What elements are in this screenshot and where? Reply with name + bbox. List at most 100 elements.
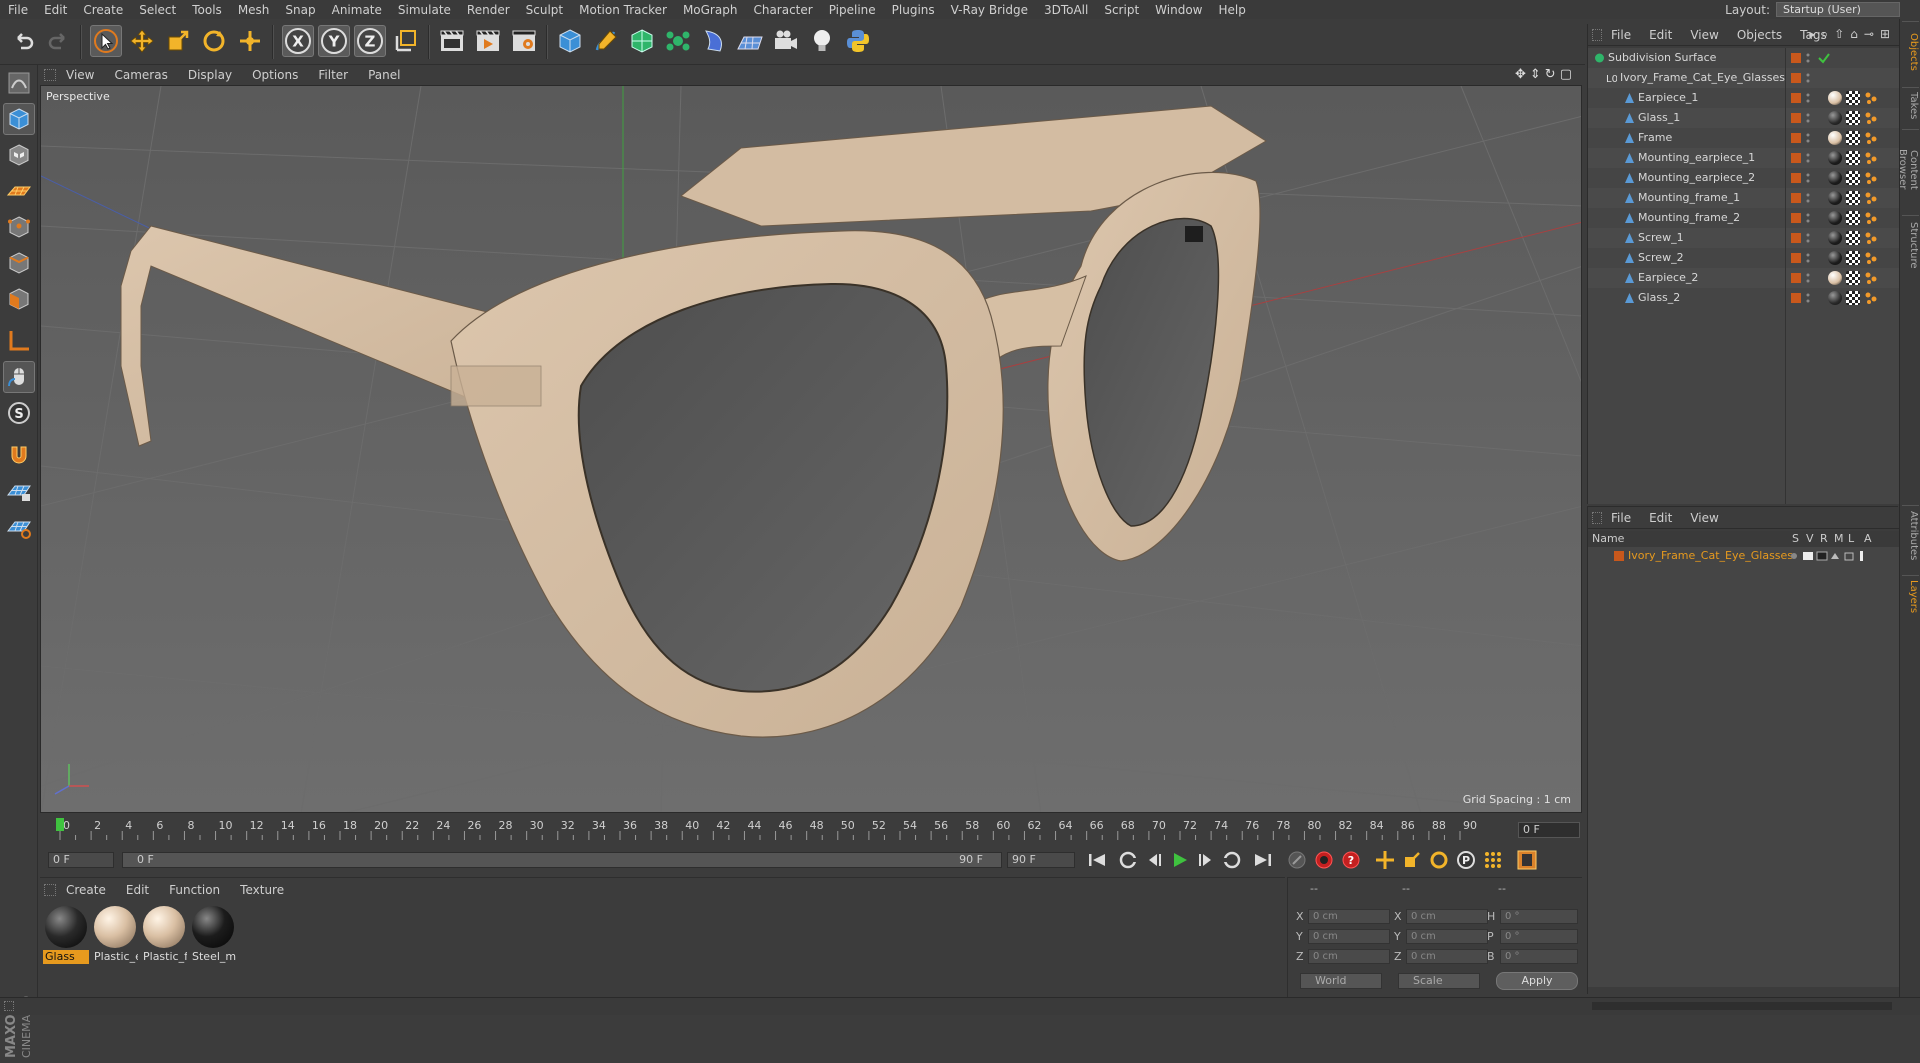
uv-tag-icon[interactable] bbox=[1846, 171, 1860, 185]
uv-tag-icon[interactable] bbox=[1846, 231, 1860, 245]
size-field[interactable]: 0 cm bbox=[1406, 909, 1488, 924]
phong-tag-icon[interactable] bbox=[1864, 191, 1878, 205]
object-row[interactable]: Glass_1 bbox=[1588, 108, 1899, 128]
autokeying-icon[interactable]: ? bbox=[1339, 850, 1363, 870]
menu-item-file[interactable]: File bbox=[0, 3, 36, 17]
menu-item-motion-tracker[interactable]: Motion Tracker bbox=[571, 3, 675, 17]
playhead[interactable] bbox=[56, 818, 64, 831]
phong-tag-icon[interactable] bbox=[1864, 151, 1878, 165]
new-window-icon[interactable]: ⊞ bbox=[1880, 27, 1890, 42]
side-tab-objects[interactable]: Objects bbox=[1902, 21, 1919, 81]
scale-tool-icon[interactable] bbox=[162, 25, 194, 57]
perspective-viewport[interactable]: Perspective Grid Spacing : 1 cm bbox=[40, 85, 1582, 813]
visibility-dots-icon[interactable] bbox=[1806, 291, 1810, 305]
points-mode-icon[interactable] bbox=[3, 211, 35, 243]
side-tab-attributes[interactable]: Attributes bbox=[1902, 505, 1919, 565]
object-scrollbar[interactable] bbox=[1592, 1002, 1892, 1010]
z-axis-lock-button[interactable]: Z bbox=[354, 25, 386, 57]
visibility-dots-icon[interactable] bbox=[1806, 91, 1810, 105]
visibility-dots-icon[interactable] bbox=[1806, 271, 1810, 285]
material-menu-create[interactable]: Create bbox=[56, 883, 116, 897]
go-to-end-icon[interactable] bbox=[1251, 850, 1275, 870]
phong-tag-icon[interactable] bbox=[1864, 131, 1878, 145]
y-axis-lock-button[interactable]: Y bbox=[318, 25, 350, 57]
render-picture-viewer-icon[interactable] bbox=[472, 25, 504, 57]
phong-tag-icon[interactable] bbox=[1864, 251, 1878, 265]
dolly-icon[interactable]: ⇕ bbox=[1530, 67, 1541, 82]
menu-item-mesh[interactable]: Mesh bbox=[230, 3, 278, 17]
position-field[interactable]: 0 cm bbox=[1308, 949, 1390, 964]
size-field[interactable]: 0 cm bbox=[1406, 929, 1488, 944]
selection-tool-icon[interactable] bbox=[90, 25, 122, 57]
scale-key-icon[interactable] bbox=[1400, 850, 1424, 870]
layer-color-swatch[interactable] bbox=[1614, 551, 1624, 561]
position-field[interactable]: 0 cm bbox=[1308, 929, 1390, 944]
object-row[interactable]: Screw_1 bbox=[1588, 228, 1899, 248]
viewport-menu-display[interactable]: Display bbox=[178, 68, 242, 82]
locked-workplane-icon[interactable] bbox=[3, 475, 35, 507]
phong-tag-icon[interactable] bbox=[1864, 111, 1878, 125]
uv-tag-icon[interactable] bbox=[1846, 271, 1860, 285]
material-tag-icon[interactable] bbox=[1828, 291, 1842, 305]
material-tag-icon[interactable] bbox=[1828, 131, 1842, 145]
menu-item-plugins[interactable]: Plugins bbox=[884, 3, 943, 17]
object-menu-file[interactable]: File bbox=[1602, 28, 1640, 42]
uv-tag-icon[interactable] bbox=[1846, 111, 1860, 125]
material-tag-icon[interactable] bbox=[1828, 231, 1842, 245]
size-mode-dropdown[interactable]: Scale bbox=[1398, 973, 1480, 989]
menu-item-snap[interactable]: Snap bbox=[277, 3, 323, 17]
move-tool-icon[interactable] bbox=[126, 25, 158, 57]
phong-tag-icon[interactable] bbox=[1864, 171, 1878, 185]
rotate-tool-icon[interactable] bbox=[198, 25, 230, 57]
layer-column-m[interactable]: M bbox=[1834, 532, 1844, 545]
viewport-menu-filter[interactable]: Filter bbox=[308, 68, 358, 82]
cube-primitive-icon[interactable] bbox=[554, 25, 586, 57]
layer-column-r[interactable]: R bbox=[1820, 532, 1828, 545]
object-row[interactable]: Screw_2 bbox=[1588, 248, 1899, 268]
record-keys-disabled-icon[interactable] bbox=[1285, 850, 1309, 870]
rotation-field[interactable]: 0 ° bbox=[1500, 929, 1578, 944]
light-icon[interactable] bbox=[806, 25, 838, 57]
record-active-objects-icon[interactable] bbox=[1312, 850, 1336, 870]
layer-menu-view[interactable]: View bbox=[1681, 511, 1727, 525]
transform-tool-icon[interactable] bbox=[234, 25, 266, 57]
layer-column-l[interactable]: L bbox=[1848, 532, 1854, 545]
side-tab-layers[interactable]: Layers bbox=[1902, 575, 1919, 615]
cloner-icon[interactable] bbox=[662, 25, 694, 57]
visibility-dots-icon[interactable] bbox=[1806, 151, 1810, 165]
uv-tag-icon[interactable] bbox=[1846, 191, 1860, 205]
uv-tag-icon[interactable] bbox=[1846, 291, 1860, 305]
visibility-dots-icon[interactable] bbox=[1806, 251, 1810, 265]
uv-tag-icon[interactable] bbox=[1846, 131, 1860, 145]
layout-dropdown[interactable]: Startup (User) bbox=[1776, 2, 1900, 17]
maximize-view-icon[interactable]: ▢ bbox=[1560, 67, 1572, 82]
end-frame-field[interactable]: 90 F bbox=[1007, 852, 1075, 868]
visibility-dots-icon[interactable] bbox=[1806, 191, 1810, 205]
make-editable-icon[interactable] bbox=[3, 67, 35, 99]
floor-icon[interactable] bbox=[734, 25, 766, 57]
menu-item-3dtoall[interactable]: 3DToAll bbox=[1036, 3, 1096, 17]
viewport-menu-options[interactable]: Options bbox=[242, 68, 308, 82]
python-icon[interactable] bbox=[842, 25, 874, 57]
mounting-frame-1[interactable] bbox=[450, 365, 542, 407]
timeline-ruler[interactable]: 0 2 4 6 8 10 12 14 16 18 20 22 24 26 28 30 32 34 36 38 40 42 4… bbox=[50, 818, 1510, 842]
layer-menu-edit[interactable]: Edit bbox=[1640, 511, 1681, 525]
position-field[interactable]: 0 cm bbox=[1308, 909, 1390, 924]
model-mode-icon[interactable] bbox=[3, 103, 35, 135]
timeline-window-icon[interactable] bbox=[1515, 850, 1539, 870]
snapping-icon[interactable]: S bbox=[3, 397, 35, 429]
apply-button[interactable]: Apply bbox=[1496, 972, 1578, 990]
phong-tag-icon[interactable] bbox=[1864, 211, 1878, 225]
material-swatch[interactable]: Steel_m bbox=[190, 904, 236, 963]
layer-column-v[interactable]: V bbox=[1806, 532, 1814, 545]
object-row[interactable]: Frame bbox=[1588, 128, 1899, 148]
menu-item-tools[interactable]: Tools bbox=[184, 3, 230, 17]
menu-item-select[interactable]: Select bbox=[131, 3, 184, 17]
object-row[interactable]: Mounting_earpiece_1 bbox=[1588, 148, 1899, 168]
rotation-field[interactable]: 0 ° bbox=[1500, 949, 1578, 964]
home-icon[interactable]: ⌂ bbox=[1850, 27, 1858, 42]
pan-icon[interactable]: ✥ bbox=[1515, 67, 1526, 82]
material-tag-icon[interactable] bbox=[1828, 151, 1842, 165]
menu-item-create[interactable]: Create bbox=[75, 3, 131, 17]
layer-column-a[interactable]: A bbox=[1864, 532, 1872, 545]
